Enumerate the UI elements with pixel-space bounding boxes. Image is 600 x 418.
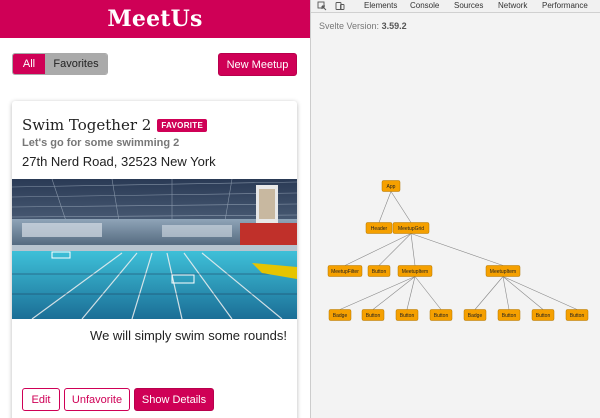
- tree-edge: [406, 276, 416, 310]
- tree-node-button[interactable]: Button: [565, 309, 589, 321]
- tree-node-label: Header: [371, 226, 388, 232]
- unfavorite-button[interactable]: Unfavorite: [64, 388, 130, 411]
- tree-node-button[interactable]: Button: [497, 309, 521, 321]
- meetup-title-row: Swim Together 2 FAVORITE: [22, 116, 208, 134]
- tree-edge: [378, 233, 412, 266]
- tree-edge: [502, 276, 578, 310]
- meetup-filter: All Favorites: [12, 53, 108, 75]
- meetup-card: Swim Together 2 FAVORITE Let's go for so…: [12, 101, 297, 418]
- tree-node-item[interactable]: MeetupItem: [485, 265, 521, 277]
- tree-node-label: Badge: [468, 313, 483, 319]
- tree-node-app[interactable]: App: [381, 180, 401, 192]
- tree-node-header[interactable]: Header: [365, 222, 393, 234]
- tree-node-grid[interactable]: MeetupGrid: [392, 222, 430, 234]
- tree-node-label: MeetupFilter: [331, 269, 359, 275]
- tree-node-item[interactable]: MeetupItem: [397, 265, 433, 277]
- tree-edge: [372, 276, 416, 310]
- tree-edge: [410, 233, 504, 266]
- tree-node-button[interactable]: Button: [531, 309, 555, 321]
- tree-node-badge[interactable]: Badge: [463, 309, 487, 321]
- meetup-actions: Edit Unfavorite Show Details: [22, 388, 214, 411]
- tree-node-label: MeetupGrid: [398, 226, 424, 232]
- tree-node-button[interactable]: Button: [395, 309, 419, 321]
- tree-node-badge[interactable]: Badge: [328, 309, 352, 321]
- tree-node-label: Button: [366, 313, 381, 319]
- app-title: MeetUs: [107, 6, 203, 32]
- show-details-button[interactable]: Show Details: [134, 388, 214, 411]
- tree-node-button[interactable]: Button: [367, 265, 391, 277]
- meetup-description: We will simply swim some rounds!: [90, 328, 287, 343]
- tree-edge: [410, 233, 416, 266]
- devtools-panel: Elements Console Sources Network Perform…: [310, 0, 600, 418]
- tree-node-button[interactable]: Button: [361, 309, 385, 321]
- edit-button[interactable]: Edit: [22, 388, 60, 411]
- swimming-pool-image: [12, 179, 297, 319]
- tree-edge: [502, 276, 510, 310]
- tree-node-label: Button: [570, 313, 585, 319]
- tree-node-label: Button: [434, 313, 449, 319]
- tree-edge: [502, 276, 544, 310]
- tree-node-label: MeetupItem: [402, 269, 428, 275]
- tree-node-button[interactable]: Button: [429, 309, 453, 321]
- meetus-app: MeetUs All Favorites New Meetup Swim Tog…: [0, 0, 310, 418]
- filter-favorites-button[interactable]: Favorites: [45, 54, 107, 74]
- tree-node-label: Button: [372, 269, 387, 275]
- meetup-subtitle: Let's go for some swimming 2: [22, 137, 180, 149]
- meetup-address: 27th Nerd Road, 32523 New York: [22, 154, 216, 169]
- tree-edge: [344, 233, 412, 266]
- tree-node-label: App: [387, 184, 396, 190]
- new-meetup-button[interactable]: New Meetup: [218, 53, 297, 76]
- tree-node-filter[interactable]: MeetupFilter: [327, 265, 363, 277]
- tree-node-label: Button: [502, 313, 517, 319]
- tree-edge: [378, 191, 392, 223]
- tree-node-label: Button: [400, 313, 415, 319]
- tree-node-label: MeetupItem: [490, 269, 516, 275]
- tree-edge: [390, 191, 412, 223]
- app-header: MeetUs: [0, 0, 310, 38]
- favorite-badge: FAVORITE: [157, 118, 208, 132]
- tree-edge: [339, 276, 416, 310]
- filter-all-button[interactable]: All: [13, 54, 45, 74]
- tree-node-label: Badge: [333, 313, 348, 319]
- meetup-title: Swim Together 2: [22, 116, 152, 134]
- component-tree: App Header MeetupGrid MeetupFilter Button Mee…: [327, 180, 589, 321]
- tree-edge: [474, 276, 504, 310]
- tree-node-label: Button: [536, 313, 551, 319]
- tree-edge: [414, 276, 442, 310]
- meetup-image: [12, 179, 297, 319]
